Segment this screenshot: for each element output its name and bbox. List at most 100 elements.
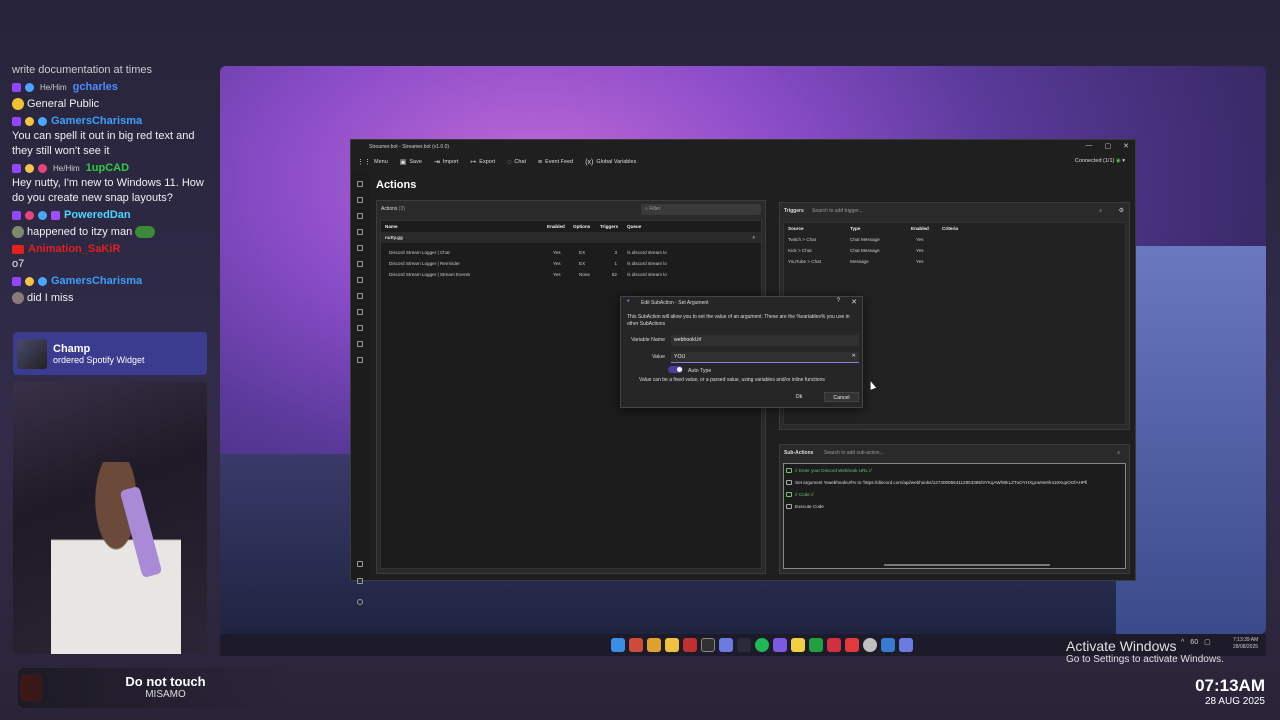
table-row[interactable]: Kick > Chat Chat Message Yes xyxy=(784,245,1125,256)
table-row[interactable]: Discord Stream Logger | Stream Events Ye… xyxy=(381,269,761,280)
column-header[interactable]: Source xyxy=(788,226,850,231)
emote-icon xyxy=(12,292,24,305)
user-icon[interactable] xyxy=(357,213,363,219)
actions-title: Actions xyxy=(381,206,398,212)
integration-icon[interactable] xyxy=(357,293,363,299)
subaction-item[interactable]: Execute Code xyxy=(784,500,1125,512)
clear-icon[interactable]: ✕ xyxy=(852,353,856,359)
minimize-icon[interactable]: — xyxy=(1086,142,1093,150)
settings-icon[interactable] xyxy=(357,561,363,567)
chevron-up-icon[interactable]: ^ xyxy=(1181,639,1184,646)
app-icon[interactable] xyxy=(737,638,751,652)
global-variables-button[interactable]: (x) Global Variables xyxy=(585,159,636,166)
close-icon[interactable]: ✕ xyxy=(1123,142,1129,150)
volume-level[interactable]: 60 xyxy=(1190,639,1198,646)
column-header[interactable]: Options xyxy=(573,224,600,229)
streamerbot-icon[interactable] xyxy=(719,638,733,652)
streamerbot-active-icon[interactable] xyxy=(899,638,913,652)
album-art-icon xyxy=(17,338,47,369)
emote-icon xyxy=(12,226,24,239)
import-button[interactable]: ⇥ Import xyxy=(434,158,458,166)
app-icon[interactable] xyxy=(827,638,841,652)
actions-filter-input[interactable]: ⌕ Filter xyxy=(641,204,761,215)
folder-icon[interactable] xyxy=(665,638,679,652)
tray-clock[interactable]: 7:13:39 AM 28/08/2025 xyxy=(1233,637,1258,651)
media-icon[interactable] xyxy=(845,638,859,652)
gear-icon[interactable]: ⚙ xyxy=(1119,207,1124,214)
variable-name-input[interactable]: webhookUrl xyxy=(671,335,859,346)
table-row[interactable]: Discord Stream Logger | Chat Yes EX 3 /s… xyxy=(381,247,761,258)
column-header[interactable]: Name xyxy=(385,224,547,229)
obs-icon[interactable] xyxy=(701,638,715,652)
menu-button[interactable]: ⋮⋮ Menu xyxy=(357,158,388,166)
subaction-item[interactable]: // Enter your Discord Webhook URL // xyxy=(784,464,1125,476)
servers-icon[interactable] xyxy=(357,325,363,331)
start-icon[interactable] xyxy=(611,638,625,652)
subaction-item[interactable]: Set argument %webhookUrl% to 'https://di… xyxy=(784,476,1125,488)
subaction-text: Set argument %webhookUrl% to 'https://di… xyxy=(795,479,1088,485)
action-queue: /s discord stream lo xyxy=(627,272,667,277)
trigger-type: Chat Message xyxy=(850,237,880,242)
auto-type-toggle[interactable] xyxy=(668,366,683,373)
app-icon[interactable] xyxy=(863,638,877,652)
trigger-search-placeholder: Search to add trigger... xyxy=(812,208,863,214)
action-options: EX xyxy=(579,261,586,266)
app-icon[interactable] xyxy=(683,638,697,652)
column-header[interactable]: Triggers xyxy=(600,224,627,229)
record-icon[interactable] xyxy=(357,357,363,363)
network-icon[interactable]: ▢ xyxy=(1204,638,1211,646)
subaction-item[interactable]: // Code // xyxy=(784,488,1125,500)
cancel-button[interactable]: Cancel xyxy=(824,392,859,402)
column-header[interactable]: Queue xyxy=(627,224,687,229)
column-header[interactable]: Enabled xyxy=(547,224,573,229)
close-icon[interactable]: ✕ xyxy=(851,298,857,306)
column-header[interactable]: Type xyxy=(850,226,911,231)
table-header: Name Enabled Options Triggers Queue xyxy=(381,221,761,232)
spotify-icon[interactable] xyxy=(755,638,769,652)
app-icon[interactable] xyxy=(809,638,823,652)
hamburger-icon[interactable] xyxy=(357,181,363,187)
help-icon[interactable] xyxy=(357,578,363,584)
tools-icon[interactable] xyxy=(357,245,363,251)
value-input[interactable]: YOU ✕ xyxy=(671,352,859,363)
connection-status[interactable]: Connected (1/1) ◉ ▾ xyxy=(1075,158,1125,164)
action-group[interactable]: nutty.gg ˄ xyxy=(381,232,761,243)
discord-icon[interactable] xyxy=(773,638,787,652)
actions-icon[interactable] xyxy=(357,229,363,235)
browser-icon[interactable] xyxy=(629,638,643,652)
column-header[interactable]: Criteria xyxy=(942,226,1002,231)
heart-badge-icon xyxy=(38,164,47,173)
plugin-icon[interactable] xyxy=(357,341,363,347)
webcam-feed xyxy=(13,382,207,654)
chat-button[interactable]: ◌ Chat xyxy=(507,159,526,166)
event-feed-button[interactable]: ≡ Event Feed xyxy=(538,159,573,166)
column-header[interactable]: Enabled xyxy=(911,226,942,231)
table-row[interactable]: Discord Stream Logger | Reminder Yes EX … xyxy=(381,258,761,269)
profile-icon[interactable] xyxy=(357,599,363,605)
export-button[interactable]: ↦ Export xyxy=(470,158,495,166)
chrome-icon[interactable] xyxy=(647,638,661,652)
subaction-search-input[interactable]: Search to add sub-action... ⌕ xyxy=(820,448,1123,459)
trigger-source: Twitch > Chat xyxy=(788,237,816,242)
chat-label: Chat xyxy=(514,159,526,165)
help-icon[interactable]: ? xyxy=(837,298,840,304)
twitch-icon xyxy=(12,277,21,286)
search-icon: ⌕ xyxy=(1117,450,1120,456)
export-icon: ↦ xyxy=(470,159,477,166)
table-row[interactable]: Twitch > Chat Chat Message Yes xyxy=(784,234,1125,245)
table-row[interactable]: YouTube > Chat Message Yes xyxy=(784,256,1125,267)
horizontal-scrollbar[interactable] xyxy=(884,564,1050,566)
grid-rail-icon[interactable] xyxy=(357,309,363,315)
import-label: Import xyxy=(442,159,459,165)
chat-rail-icon[interactable] xyxy=(357,261,363,267)
song-title: Do not touch xyxy=(125,674,206,689)
ok-button[interactable]: Ok xyxy=(779,392,819,402)
home-icon[interactable] xyxy=(357,197,363,203)
vscode-icon[interactable] xyxy=(881,638,895,652)
trigger-search-input[interactable]: Search to add trigger... ⌕ xyxy=(808,206,1105,217)
camera-icon[interactable] xyxy=(357,277,363,283)
maximize-icon[interactable]: ▢ xyxy=(1105,142,1112,150)
dialog-title: Edit SubAction - Set Argument xyxy=(641,299,709,306)
notes-icon[interactable] xyxy=(791,638,805,652)
save-button[interactable]: ▣ Save xyxy=(400,158,422,166)
